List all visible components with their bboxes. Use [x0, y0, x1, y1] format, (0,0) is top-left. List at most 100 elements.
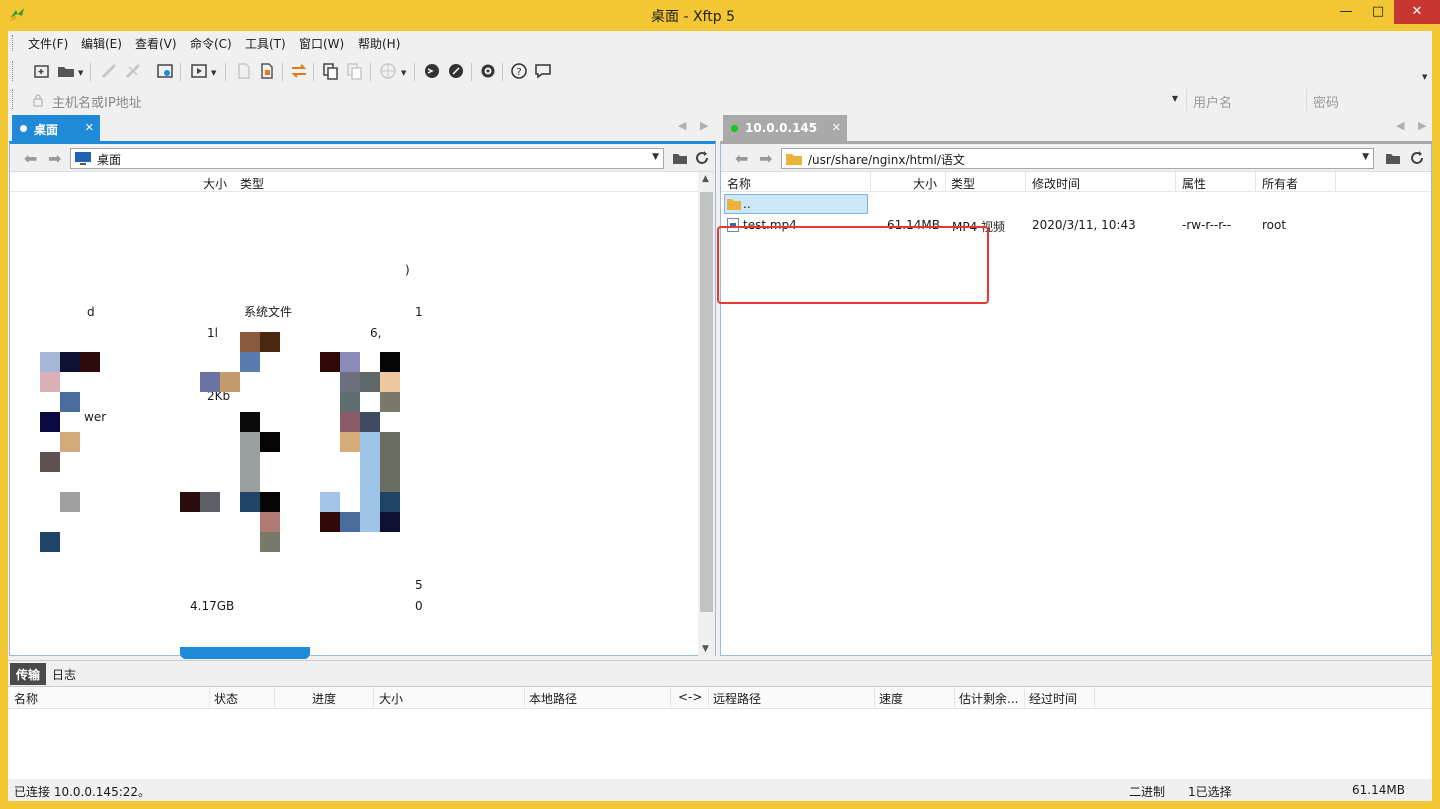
remote-tab-scroll-left-icon[interactable]: ◀: [1396, 119, 1404, 132]
menu-help[interactable]: 帮助(H): [358, 35, 400, 52]
remote-col-size[interactable]: 大小: [913, 175, 937, 192]
title-bar: 桌面 - Xftp 5 — □ ✕: [0, 0, 1440, 31]
menu-tools[interactable]: 工具(T): [245, 35, 286, 52]
local-path-dropdown-icon[interactable]: ▼: [652, 152, 659, 162]
local-back-icon[interactable]: ⬅: [24, 149, 37, 168]
remote-path-dropdown-icon[interactable]: ▼: [1362, 152, 1369, 162]
remote-folder-up-icon[interactable]: [1385, 150, 1401, 166]
xshell-alt-icon[interactable]: [446, 61, 466, 81]
toolbar-separator: [180, 63, 181, 81]
annotation-highlight-box: [717, 226, 989, 304]
local-tab-scroll-right-icon[interactable]: ▶: [700, 119, 708, 132]
transfer-col-direction[interactable]: <->: [678, 690, 702, 704]
local-fragment: wer: [84, 410, 107, 424]
password-input[interactable]: 密码: [1306, 89, 1424, 111]
col-separator: [708, 687, 709, 708]
remote-col-attributes[interactable]: 属性: [1182, 175, 1206, 192]
local-scroll-thumb[interactable]: [700, 192, 713, 612]
toolbar-overflow-icon[interactable]: ▼: [1422, 73, 1427, 81]
open-folder-icon[interactable]: [56, 61, 76, 81]
local-col-type[interactable]: 类型: [240, 175, 264, 192]
globe-dropdown-icon[interactable]: ▼: [401, 69, 406, 77]
remote-back-icon[interactable]: ⬅: [735, 149, 748, 168]
settings-icon[interactable]: [478, 61, 498, 81]
tab-remote[interactable]: 10.0.0.145 ✕: [723, 115, 847, 141]
new-session-icon[interactable]: [32, 61, 52, 81]
col-separator: [524, 687, 525, 708]
local-col-size[interactable]: 大小: [203, 175, 227, 192]
transfer-col-progress[interactable]: 进度: [312, 690, 336, 707]
transfer-col-status[interactable]: 状态: [214, 690, 238, 707]
scroll-down-icon[interactable]: ▼: [702, 644, 709, 654]
local-forward-icon[interactable]: ➡: [48, 149, 61, 168]
remote-col-owner[interactable]: 所有者: [1262, 175, 1298, 192]
play-dropdown-icon[interactable]: ▼: [211, 69, 216, 77]
transfer-col-remote-path[interactable]: 远程路径: [713, 690, 761, 707]
selection-status: 1已选择: [1188, 785, 1232, 799]
transfer-col-size[interactable]: 大小: [379, 690, 403, 707]
local-tab-dot: [20, 125, 27, 132]
table-row[interactable]: ..: [721, 194, 1431, 215]
transfer-col-eta[interactable]: 估计剩余...: [959, 690, 1018, 707]
close-button[interactable]: ✕: [1394, 0, 1440, 24]
remote-col-modified[interactable]: 修改时间: [1032, 175, 1080, 192]
menu-edit[interactable]: 编辑(E): [81, 35, 122, 52]
copy-icon[interactable]: [320, 61, 340, 81]
username-input[interactable]: 用户名: [1186, 89, 1306, 111]
open-dropdown-icon[interactable]: ▼: [78, 69, 83, 77]
remote-forward-icon[interactable]: ➡: [759, 149, 772, 168]
sync-icon[interactable]: [289, 61, 309, 81]
remote-refresh-icon[interactable]: [1409, 150, 1425, 166]
transfer-col-name[interactable]: 名称: [14, 690, 38, 707]
menu-window[interactable]: 窗口(W): [299, 35, 344, 52]
globe-icon[interactable]: [378, 61, 398, 81]
remote-file-name: ..: [743, 197, 751, 211]
menu-file[interactable]: 文件(F): [28, 35, 68, 52]
transfer-col-elapsed[interactable]: 经过时间: [1029, 690, 1077, 707]
local-tab-scroll-left-icon[interactable]: ◀: [678, 119, 686, 132]
menu-command[interactable]: 命令(C): [190, 35, 232, 52]
password-placeholder: 密码: [1313, 96, 1340, 111]
local-refresh-icon[interactable]: [694, 150, 710, 166]
local-path-text: 桌面: [97, 153, 122, 167]
remote-col-type[interactable]: 类型: [951, 175, 975, 192]
xshell-icon[interactable]: [422, 61, 442, 81]
local-path-input[interactable]: 桌面 ▼: [70, 148, 664, 169]
desktop-icon: [75, 152, 91, 165]
transfer-col-local-path[interactable]: 本地路径: [529, 690, 577, 707]
connection-status: 已连接 10.0.0.145:22。: [14, 785, 151, 799]
host-input[interactable]: 主机名或IP地址 ▼: [24, 89, 1184, 111]
local-path-bar: ⬅ ➡ 桌面 ▼: [10, 144, 715, 172]
feedback-icon[interactable]: [533, 61, 553, 81]
maximize-button[interactable]: □: [1362, 0, 1394, 24]
new-file-icon[interactable]: [234, 61, 254, 81]
remote-column-header: 名称 大小 类型 修改时间 属性 所有者: [721, 172, 1431, 192]
close-local-tab-icon[interactable]: ✕: [85, 121, 94, 134]
host-dropdown-icon[interactable]: ▼: [1172, 94, 1178, 103]
connect-icon[interactable]: [99, 61, 119, 81]
window-title: 桌面 - Xftp 5: [651, 9, 735, 25]
local-vertical-scrollbar[interactable]: ▲ ▼: [698, 172, 715, 656]
remote-path-input[interactable]: /usr/share/nginx/html/语文 ▼: [781, 148, 1374, 169]
remote-col-name[interactable]: 名称: [727, 175, 751, 192]
address-bar: 主机名或IP地址 ▼ 用户名 密码: [8, 87, 1432, 111]
edit-file-icon[interactable]: [257, 61, 277, 81]
tab-local[interactable]: 桌面 ✕: [12, 115, 100, 141]
session-properties-icon[interactable]: [155, 61, 175, 81]
transfer-mode-status[interactable]: 二进制: [1129, 783, 1165, 800]
disconnect-icon[interactable]: [123, 61, 143, 81]
tab-log[interactable]: 日志: [46, 663, 82, 685]
transfer-panel: 名称 状态 进度 大小 本地路径 <-> 远程路径 速度 估计剩余... 经过时…: [8, 686, 1432, 779]
scroll-up-icon[interactable]: ▲: [702, 174, 709, 184]
paste-icon[interactable]: [344, 61, 364, 81]
tab-transfer[interactable]: 传输: [10, 663, 47, 685]
local-folder-up-icon[interactable]: [672, 150, 688, 166]
transfer-col-speed[interactable]: 速度: [879, 690, 903, 707]
minimize-button[interactable]: —: [1330, 0, 1362, 24]
help-icon[interactable]: ?: [509, 61, 529, 81]
menu-view[interactable]: 查看(V): [135, 35, 177, 52]
local-fragment: d: [87, 305, 95, 319]
close-remote-tab-icon[interactable]: ✕: [832, 121, 841, 134]
play-icon[interactable]: [189, 61, 209, 81]
remote-tab-scroll-right-icon[interactable]: ▶: [1418, 119, 1426, 132]
